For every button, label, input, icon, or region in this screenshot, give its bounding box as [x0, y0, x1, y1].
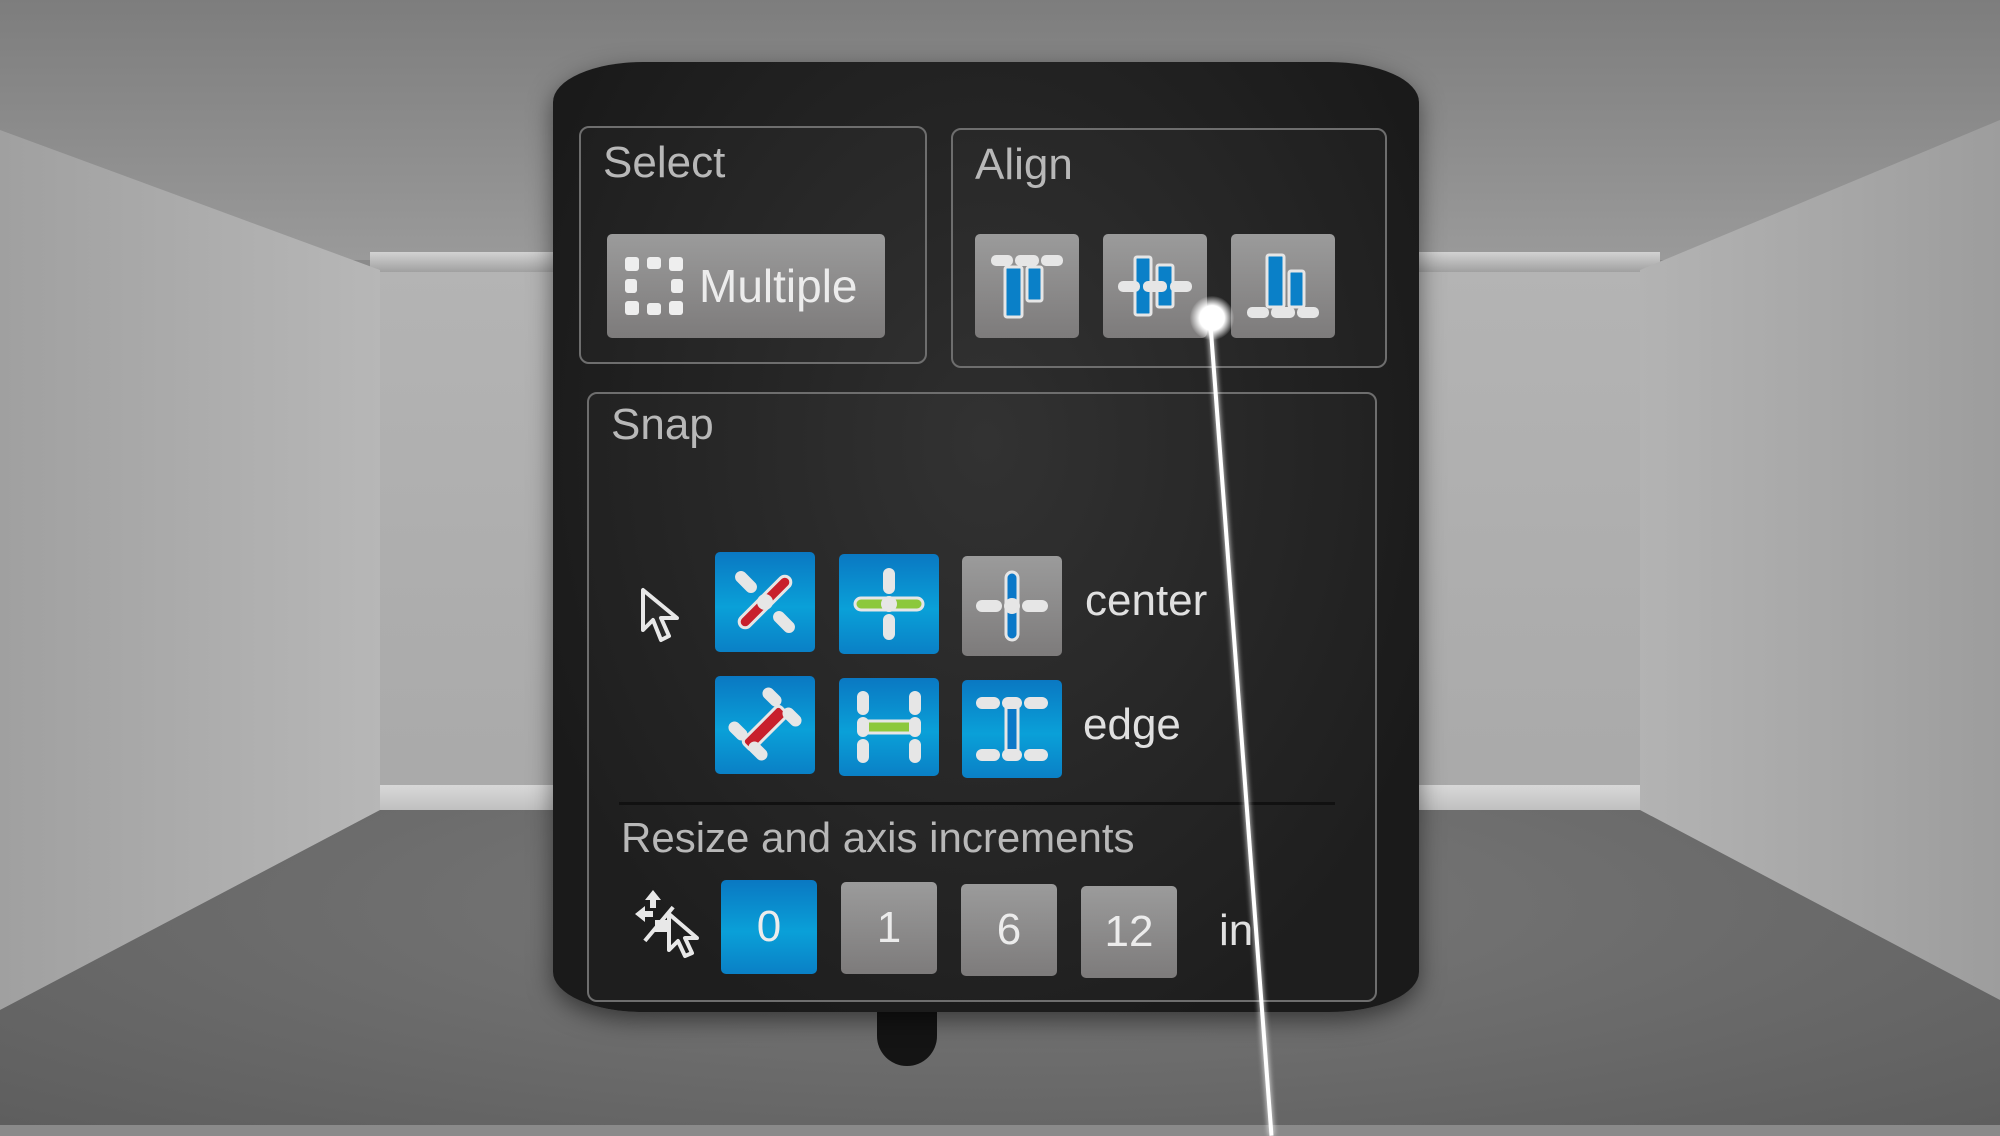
- snap-edge-horizontal-button[interactable]: [839, 678, 939, 776]
- snap-edge-label: edge: [1083, 700, 1181, 749]
- increment-12-button[interactable]: 12: [1081, 886, 1177, 978]
- align-top-icon: [991, 255, 1063, 319]
- increment-0-button[interactable]: 0: [721, 880, 817, 974]
- align-bottom-icon: [1247, 253, 1319, 318]
- increment-1-label: 1: [876, 903, 902, 952]
- select-title: Select: [603, 138, 726, 187]
- no-snap-cursor-icon: [635, 890, 699, 958]
- snap-title: Snap: [611, 400, 714, 449]
- multiple-label: Multiple: [699, 260, 858, 312]
- snap-group: Snap center edge Resize and axis increme…: [587, 392, 1377, 1002]
- laser-pointer-hit-point: [1190, 296, 1234, 340]
- increment-6-label: 6: [996, 905, 1022, 954]
- align-title: Align: [975, 140, 1073, 189]
- snap-center-diagonal-button[interactable]: [715, 552, 815, 652]
- snap-center-label: center: [1085, 576, 1208, 625]
- select-group: Select Multiple: [579, 126, 927, 364]
- align-center-icon: [1118, 255, 1192, 317]
- increment-0-label: 0: [756, 902, 782, 951]
- snap-center-diagonal-icon: [735, 571, 795, 633]
- snap-edge-horizontal-icon: [857, 691, 921, 763]
- pointer-cursor-icon: [641, 588, 679, 642]
- snap-center-horizontal-button[interactable]: [839, 554, 939, 654]
- snap-center-vertical-button[interactable]: [962, 556, 1062, 656]
- align-bottom-button[interactable]: [1231, 234, 1335, 338]
- align-group: Align: [951, 128, 1387, 368]
- snap-edge-vertical-button[interactable]: [962, 680, 1062, 778]
- increments-title: Resize and axis increments: [621, 814, 1135, 861]
- increment-6-button[interactable]: 6: [961, 884, 1057, 976]
- dashed-selection-icon: [625, 257, 683, 315]
- panel-handle: [877, 1008, 937, 1066]
- snap-divider: [619, 802, 1335, 805]
- increment-1-button[interactable]: 1: [841, 882, 937, 974]
- snap-edge-diagonal-button[interactable]: [715, 676, 815, 774]
- align-top-button[interactable]: [975, 234, 1079, 338]
- snap-edge-diagonal-icon: [728, 687, 802, 761]
- snap-edge-vertical-icon: [976, 697, 1048, 761]
- snap-center-vertical-icon: [976, 570, 1048, 642]
- increment-12-label: 12: [1104, 907, 1154, 956]
- increment-unit-label: in: [1219, 906, 1254, 955]
- snap-center-horizontal-icon: [853, 568, 925, 640]
- select-multiple-button[interactable]: Multiple: [607, 234, 885, 338]
- vr-tool-panel: Select Multiple Align Snap center edge R…: [553, 62, 1419, 1012]
